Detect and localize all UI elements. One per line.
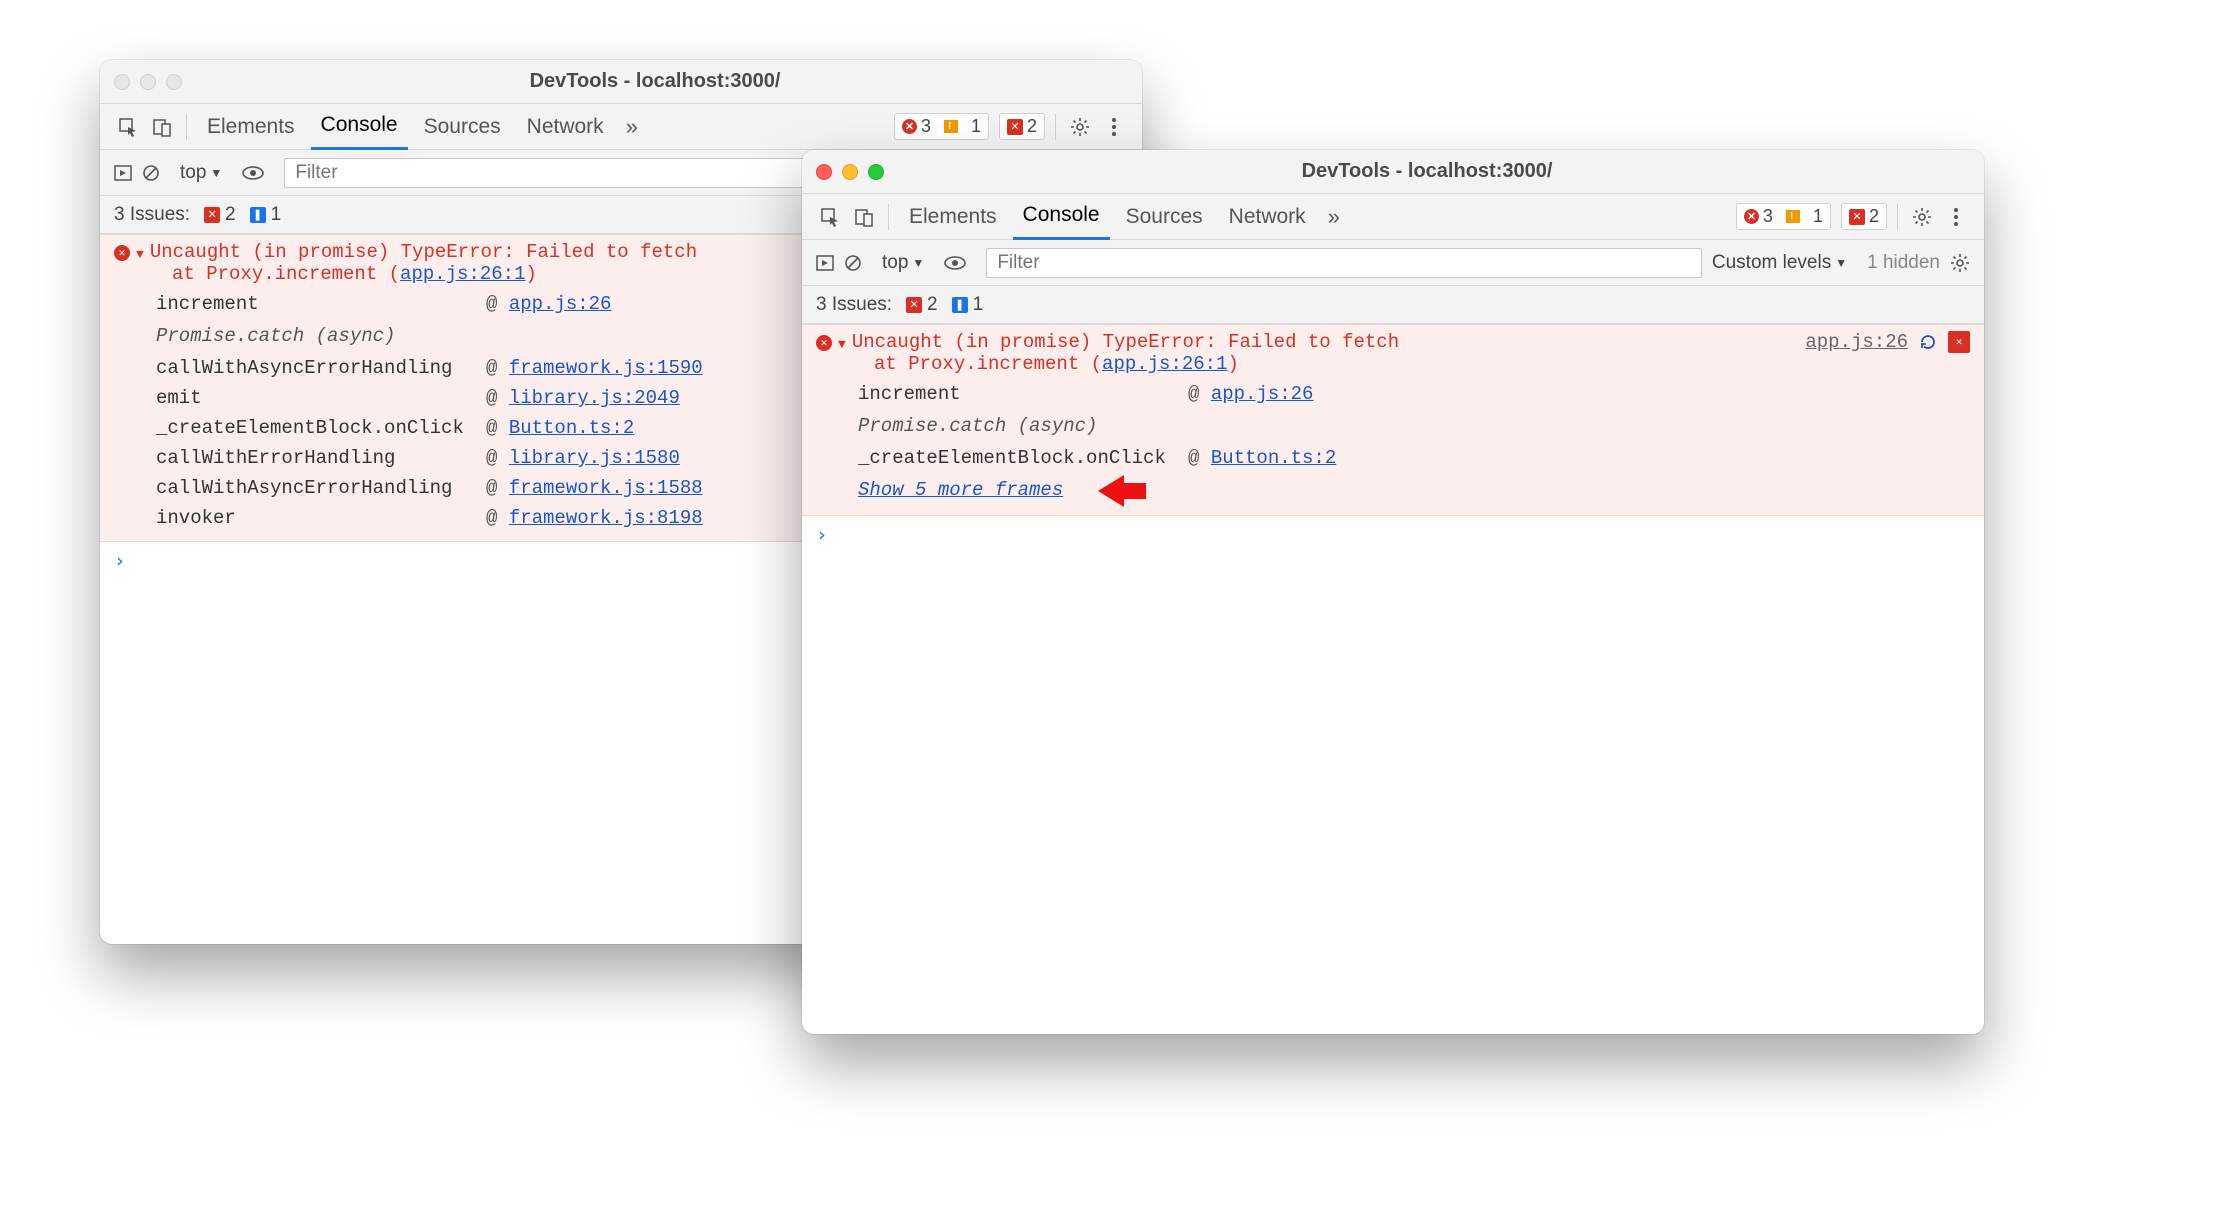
clear-console-icon[interactable]	[844, 254, 862, 272]
close-dot[interactable]	[114, 74, 130, 90]
device-toggle-icon[interactable]	[148, 113, 176, 141]
console-settings-icon[interactable]	[1950, 253, 1970, 273]
titlebar: DevTools - localhost:3000/	[802, 150, 1984, 194]
stack-link[interactable]: app.js:26	[1211, 383, 1314, 405]
context-selector[interactable]: top ▼	[882, 252, 924, 274]
hidden-count: 1 hidden	[1867, 252, 1940, 274]
error-badge-icon: ✕	[114, 245, 130, 261]
error-icon: ✕	[1744, 209, 1759, 224]
kebab-menu-icon[interactable]	[1942, 203, 1970, 231]
close-dot[interactable]	[816, 164, 832, 180]
issues-bar[interactable]: 3 Issues: ✕2 ❚1	[802, 286, 1984, 324]
zoom-dot[interactable]	[166, 74, 182, 90]
status-badges[interactable]: ✕3 1 ✕2	[894, 113, 1045, 140]
tab-elements[interactable]: Elements	[899, 195, 1007, 239]
tab-sources[interactable]: Sources	[1116, 195, 1213, 239]
error-count: 3	[921, 116, 931, 137]
disclosure-triangle-icon[interactable]: ▼	[136, 247, 144, 262]
tab-bar: Elements Console Sources Network » ✕3 1 …	[802, 194, 1984, 240]
issue-info-icon: ❚	[952, 297, 968, 313]
live-expression-icon[interactable]	[944, 255, 966, 271]
issues-label: 3 Issues:	[114, 204, 190, 226]
error-source-link[interactable]: app.js:26:1	[400, 263, 525, 285]
stack-link[interactable]: framework.js:1588	[509, 477, 703, 499]
warning-icon	[1786, 210, 1800, 223]
window-title: DevTools - localhost:3000/	[884, 160, 1970, 183]
warning-count: 1	[971, 116, 981, 137]
stack-trace: increment@ app.js:26 Promise.catch (asyn…	[816, 379, 1970, 507]
filter-input[interactable]	[986, 248, 1702, 278]
minimize-dot[interactable]	[140, 74, 156, 90]
blocked-icon: ✕	[1007, 119, 1023, 135]
show-more-frames-link[interactable]: Show 5 more frames	[858, 473, 1063, 507]
stack-link[interactable]: Button.ts:2	[509, 417, 634, 439]
inspect-element-icon[interactable]	[816, 203, 844, 231]
console-output: ✕ ▼ Uncaught (in promise) TypeError: Fai…	[802, 324, 1984, 554]
toggle-sidebar-icon[interactable]	[114, 164, 132, 182]
error-icon: ✕	[902, 119, 917, 134]
tab-sources[interactable]: Sources	[414, 105, 511, 149]
stack-frame: increment@ app.js:26	[858, 379, 1970, 409]
stack-link[interactable]: app.js:26	[509, 293, 612, 315]
dismiss-error-icon[interactable]: ✕	[1948, 331, 1970, 353]
tab-network[interactable]: Network	[1219, 195, 1316, 239]
devtools-window-right: DevTools - localhost:3000/ Elements Cons…	[802, 150, 1984, 1034]
stack-frame: _createElementBlock.onClick@ Button.ts:2	[858, 443, 1970, 473]
device-toggle-icon[interactable]	[850, 203, 878, 231]
clear-console-icon[interactable]	[142, 164, 160, 182]
issue-error-icon: ✕	[906, 297, 922, 313]
error-entry[interactable]: ✕ ▼ Uncaught (in promise) TypeError: Fai…	[802, 324, 1984, 516]
stack-link[interactable]: Button.ts:2	[1211, 447, 1336, 469]
arrow-left-icon	[1098, 475, 1124, 507]
console-toolbar: top ▼ Custom levels ▼ 1 hidden	[802, 240, 1984, 286]
traffic-lights	[114, 74, 182, 90]
toggle-sidebar-icon[interactable]	[816, 254, 834, 272]
traffic-lights	[816, 164, 884, 180]
error-source-link-right[interactable]: app.js:26	[1805, 331, 1908, 353]
stack-link[interactable]: framework.js:8198	[509, 507, 703, 529]
console-prompt[interactable]: ›	[802, 516, 1984, 554]
window-title: DevTools - localhost:3000/	[182, 70, 1128, 93]
more-tabs-icon[interactable]: »	[620, 114, 644, 140]
tab-elements[interactable]: Elements	[197, 105, 305, 149]
settings-icon[interactable]	[1066, 113, 1094, 141]
tab-network[interactable]: Network	[517, 105, 614, 149]
tab-console[interactable]: Console	[311, 103, 408, 150]
error-location: at Proxy.increment (app.js:26:1)	[816, 353, 1970, 375]
disclosure-triangle-icon[interactable]: ▼	[838, 337, 846, 352]
stack-link[interactable]: library.js:2049	[509, 387, 680, 409]
log-levels-selector[interactable]: Custom levels ▼	[1712, 252, 1847, 274]
reload-icon[interactable]	[1918, 332, 1938, 352]
stack-link[interactable]: framework.js:1590	[509, 357, 703, 379]
minimize-dot[interactable]	[842, 164, 858, 180]
error-source-link[interactable]: app.js:26:1	[1102, 353, 1227, 375]
titlebar: DevTools - localhost:3000/	[100, 60, 1142, 104]
status-badges[interactable]: ✕3 1 ✕2	[1736, 203, 1887, 230]
blocked-count: 2	[1027, 116, 1037, 137]
issue-error-icon: ✕	[204, 207, 220, 223]
tab-bar: Elements Console Sources Network » ✕3 1 …	[100, 104, 1142, 150]
issues-label: 3 Issues:	[816, 294, 892, 316]
error-message: Uncaught (in promise) TypeError: Failed …	[150, 241, 697, 263]
stack-link[interactable]: library.js:1580	[509, 447, 680, 469]
more-tabs-icon[interactable]: »	[1322, 204, 1346, 230]
settings-icon[interactable]	[1908, 203, 1936, 231]
live-expression-icon[interactable]	[242, 165, 264, 181]
warning-icon	[944, 120, 958, 133]
tab-console[interactable]: Console	[1013, 193, 1110, 240]
blocked-icon: ✕	[1849, 209, 1865, 225]
kebab-menu-icon[interactable]	[1100, 113, 1128, 141]
async-boundary: Promise.catch (async)	[858, 409, 1970, 443]
issue-info-icon: ❚	[250, 207, 266, 223]
error-message: Uncaught (in promise) TypeError: Failed …	[852, 331, 1399, 353]
inspect-element-icon[interactable]	[114, 113, 142, 141]
error-badge-icon: ✕	[816, 335, 832, 351]
context-selector[interactable]: top ▼	[180, 162, 222, 184]
zoom-dot[interactable]	[868, 164, 884, 180]
